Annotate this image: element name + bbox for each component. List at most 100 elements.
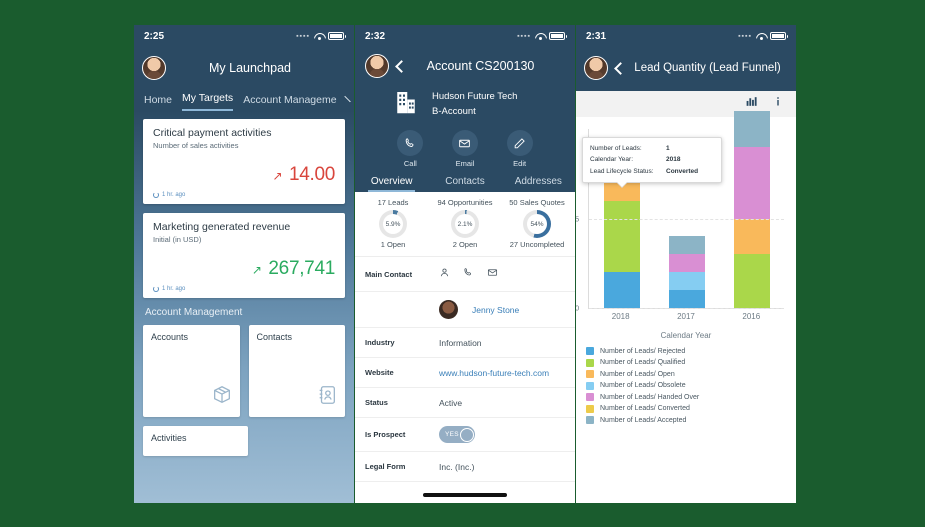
action-edit[interactable]: Edit: [506, 130, 533, 168]
signal-dots-icon: ▪▪▪▪: [296, 32, 310, 40]
x-axis-tick: 2017: [677, 312, 695, 321]
bar-segment[interactable]: [668, 272, 705, 291]
bar-segment[interactable]: [668, 290, 705, 308]
wifi-icon: [314, 32, 324, 40]
screenshot-root: 2:25 ▪▪▪▪ My Launchpad Home My Targets A…: [0, 0, 925, 527]
legend-label: Number of Leads/ Qualified: [600, 359, 686, 366]
phone-launchpad: 2:25 ▪▪▪▪ My Launchpad Home My Targets A…: [134, 25, 354, 503]
card-footer: 1 hr. ago: [153, 192, 335, 198]
legend-item[interactable]: Number of Leads/ Converted: [586, 404, 792, 413]
kpi-sales-quotes[interactable]: 50 Sales Quotes 54% 27 Uncompleted: [501, 198, 573, 249]
donut-percent: 5.9%: [385, 220, 401, 228]
tab-addresses[interactable]: Addresses: [502, 176, 575, 192]
bar-segment[interactable]: [733, 111, 770, 147]
bar-segment[interactable]: [733, 254, 770, 308]
x-axis-tick: 2016: [742, 312, 761, 321]
envelope-icon: [451, 130, 478, 156]
legend-label: Number of Leads/ Open: [600, 370, 675, 378]
bar-segment[interactable]: [733, 218, 770, 255]
chevron-down-icon[interactable]: [343, 95, 351, 103]
kpi-card-marketing-revenue[interactable]: Marketing generated revenue Initial (in …: [143, 213, 345, 298]
status-bar: 2:31 ▪▪▪▪: [576, 25, 796, 47]
bar-segment[interactable]: [668, 236, 705, 255]
donut-chart: 2.1%: [451, 210, 479, 238]
account-name: Hudson Future Tech: [432, 90, 518, 102]
website-link[interactable]: www.hudson-future-tech.com: [439, 368, 549, 378]
legend-item[interactable]: Number of Leads/ Accepted: [586, 416, 792, 424]
tab-home[interactable]: Home: [144, 94, 172, 111]
tile-label: Accounts: [151, 332, 189, 342]
person-icon[interactable]: [439, 265, 450, 283]
kpi-leads[interactable]: 17 Leads 5.9% 1 Open: [357, 198, 429, 249]
action-label: Email: [455, 159, 475, 168]
legend-item[interactable]: Number of Leads/ Rejected: [586, 347, 792, 355]
trend-up-arrow: ↗: [272, 169, 283, 183]
tile-label: Contacts: [256, 332, 293, 342]
tab-strip: Home My Targets Account Manageme: [142, 85, 351, 111]
legend-item[interactable]: Number of Leads/ Open: [586, 370, 792, 378]
user-avatar[interactable]: [142, 56, 166, 80]
user-avatar[interactable]: [365, 54, 389, 78]
card-footer-text: 1 hr. ago: [162, 286, 186, 292]
tooltip-key: Lead Lifecycle Status:: [590, 167, 654, 175]
bar-segment[interactable]: [603, 200, 640, 273]
toggle-label: YES: [445, 431, 459, 438]
legend-label: Number of Leads/ Accepted: [600, 416, 687, 424]
back-chevron-icon[interactable]: [395, 59, 408, 73]
legend-swatch: [586, 416, 594, 424]
tile-accounts[interactable]: Accounts: [143, 325, 240, 417]
kpi-card-critical-payments[interactable]: Critical payment activities Number of sa…: [143, 119, 345, 204]
detail-row-website: Website www.hudson-future-tech.com: [355, 358, 575, 388]
phone-lead-funnel-chart: 2:31 ▪▪▪▪ Lead Quantity (Lead Funnel) Nu…: [576, 25, 796, 503]
tab-account-management[interactable]: Account Manageme: [243, 94, 336, 111]
legend-item[interactable]: Number of Leads/ Handed Over: [586, 393, 792, 401]
action-call[interactable]: Call: [397, 130, 424, 168]
bar-segment[interactable]: [733, 146, 770, 219]
legend-swatch: [586, 404, 594, 413]
account-summary: Hudson Future Tech B-Account: [365, 83, 565, 130]
tab-my-targets[interactable]: My Targets: [182, 92, 234, 111]
tile-contacts[interactable]: Contacts: [248, 325, 345, 417]
tooltip-value: 2018: [666, 156, 681, 164]
contact-name-link[interactable]: Jenny Stone: [472, 305, 519, 315]
legend-item[interactable]: Number of Leads/ Obsolete: [586, 381, 792, 390]
stacked-bar[interactable]: [668, 236, 705, 308]
contact-avatar: [439, 300, 458, 319]
status-time: 2:31: [586, 30, 607, 42]
card-subtitle: Number of sales activities: [153, 141, 239, 150]
legend-label: Number of Leads/ Rejected: [600, 347, 686, 355]
detail-row-legal-form: Legal Form Inc. (Inc.): [355, 452, 575, 482]
kpi-value: 14.00: [288, 164, 335, 185]
detail-row-status: Status Active: [355, 388, 575, 418]
legend-swatch: [586, 347, 594, 355]
legend-label: Number of Leads/ Obsolete: [600, 382, 686, 389]
contact-action-icons: [439, 265, 498, 283]
bar-segment[interactable]: [668, 254, 705, 273]
detail-label: Main Contact: [365, 269, 413, 279]
nav-bar: My Launchpad Home My Targets Account Man…: [134, 47, 354, 111]
detail-row-contact-person[interactable]: Jenny Stone: [355, 292, 575, 328]
legend-label: Number of Leads/ Converted: [600, 405, 690, 412]
kpi-bottom-label: 2 Open: [452, 240, 478, 249]
tile-grid: Accounts Contacts: [143, 325, 345, 417]
action-email[interactable]: Email: [451, 130, 478, 168]
y-axis-tick: 5: [576, 214, 580, 223]
legend-item[interactable]: Number of Leads/ Qualified: [586, 358, 792, 367]
signal-dots-icon: ▪▪▪▪: [738, 32, 752, 40]
user-avatar[interactable]: [584, 56, 608, 80]
back-chevron-icon[interactable]: [614, 61, 627, 75]
stacked-bar[interactable]: [733, 111, 770, 308]
phone-icon[interactable]: [463, 265, 474, 283]
box-product-icon: [211, 384, 233, 411]
tab-overview[interactable]: Overview: [355, 176, 428, 192]
battery-icon: [328, 32, 346, 40]
status-indicators: ▪▪▪▪: [738, 32, 788, 40]
detail-label: Is Prospect: [365, 430, 406, 439]
is-prospect-toggle[interactable]: YES: [439, 426, 475, 443]
info-icon[interactable]: [772, 95, 784, 113]
tab-contacts[interactable]: Contacts: [428, 176, 501, 192]
kpi-opportunities[interactable]: 94 Opportunities 2.1% 2 Open: [429, 198, 501, 249]
tile-activities[interactable]: Activities: [143, 426, 248, 456]
envelope-icon[interactable]: [487, 265, 498, 283]
bar-segment[interactable]: [603, 272, 640, 308]
